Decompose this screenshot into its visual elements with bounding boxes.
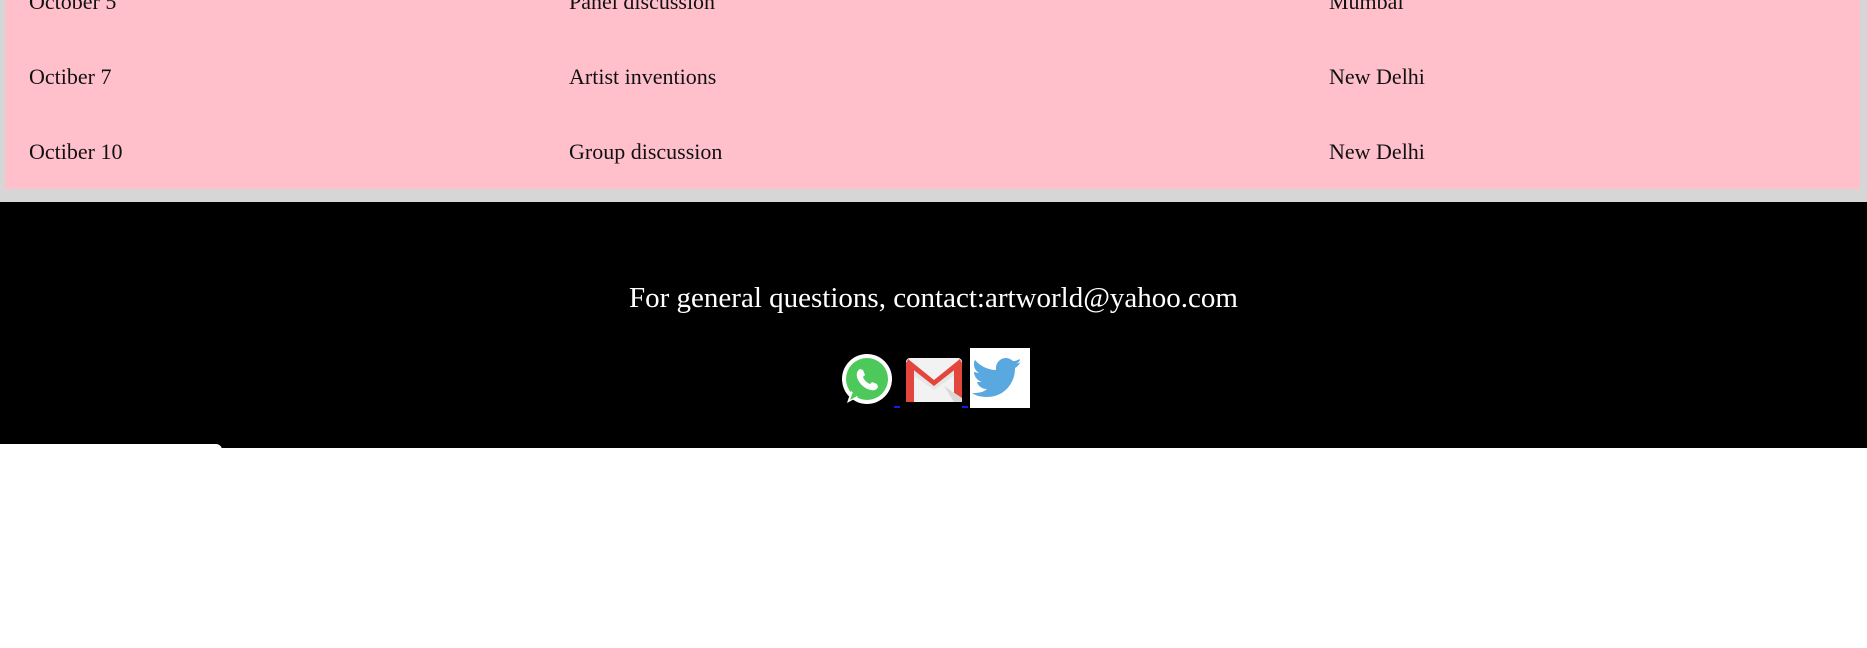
table-row: Octiber 7 Artist inventions New Delhi [5,39,1860,114]
events-table: October 5 Panel discussion Mumbai Octibe… [5,0,1860,189]
table-row: October 5 Panel discussion Mumbai [5,0,1860,39]
contact-text: For general questions, contact:artworld@… [629,282,1238,314]
event-name: Group discussion [569,138,723,164]
whatsapp-icon [842,354,892,404]
page-edge-tab [0,444,222,450]
event-name: Artist inventions [569,63,717,89]
events-table-container: October 5 Panel discussion Mumbai Octibe… [0,0,1867,202]
event-date: October 5 [29,0,117,14]
gmail-link[interactable] [904,348,968,408]
twitter-icon [970,348,1030,408]
link-underline [894,406,900,408]
link-underline [962,406,968,408]
event-city: Mumbai [1329,0,1404,14]
event-city: New Delhi [1329,138,1425,164]
event-city: New Delhi [1329,63,1425,89]
whatsapp-link[interactable] [838,348,900,408]
event-date: Octiber 7 [29,63,112,89]
event-date: Octiber 10 [29,138,123,164]
table-row: Octiber 10 Group discussion New Delhi [5,114,1860,189]
event-name: Panel discussion [569,0,716,14]
footer: For general questions, contact:artworld@… [0,202,1867,448]
gmail-icon [906,358,962,402]
twitter-link[interactable] [970,348,1032,408]
